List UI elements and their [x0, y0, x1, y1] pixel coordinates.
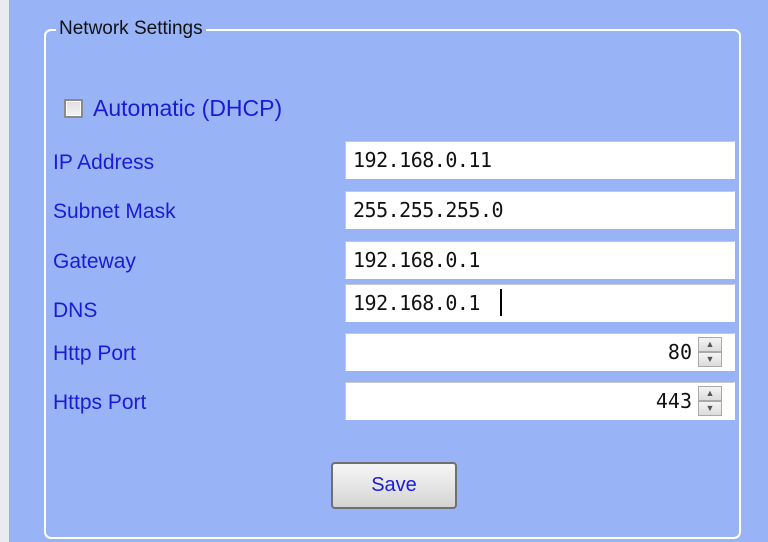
decrement-arrow-icon[interactable]: ▼ — [698, 401, 722, 416]
http-port-spin-buttons: ▲ ▼ — [698, 337, 722, 367]
group-title: Network Settings — [56, 18, 206, 40]
https-port-value[interactable]: 443 — [656, 383, 692, 419]
subnet-mask-label: Subnet Mask — [53, 200, 176, 223]
ip-address-input[interactable] — [345, 141, 735, 179]
http-port-value[interactable]: 80 — [668, 334, 692, 370]
increment-arrow-icon[interactable]: ▲ — [698, 337, 722, 352]
dns-input[interactable] — [345, 284, 735, 322]
decrement-arrow-icon[interactable]: ▼ — [698, 352, 722, 367]
dhcp-checkbox[interactable] — [64, 98, 83, 118]
https-port-spin-buttons: ▲ ▼ — [698, 386, 722, 416]
https-port-label: Https Port — [53, 391, 147, 414]
text-caret — [500, 289, 502, 316]
dns-label: DNS — [53, 299, 98, 322]
gateway-label: Gateway — [53, 250, 136, 273]
save-button[interactable]: Save — [331, 462, 457, 509]
subnet-mask-input[interactable] — [345, 191, 735, 229]
increment-arrow-icon[interactable]: ▲ — [698, 386, 722, 401]
ip-address-label: IP Address — [53, 151, 155, 174]
window-edge — [0, 0, 9, 542]
dhcp-label: Automatic (DHCP) — [93, 94, 283, 121]
gateway-input[interactable] — [345, 241, 735, 279]
http-port-spinner[interactable]: 80 ▲ ▼ — [345, 333, 735, 371]
https-port-spinner[interactable]: 443 ▲ ▼ — [345, 382, 735, 420]
dhcp-option[interactable]: Automatic (DHCP) — [64, 95, 282, 121]
http-port-label: Http Port — [53, 342, 136, 365]
